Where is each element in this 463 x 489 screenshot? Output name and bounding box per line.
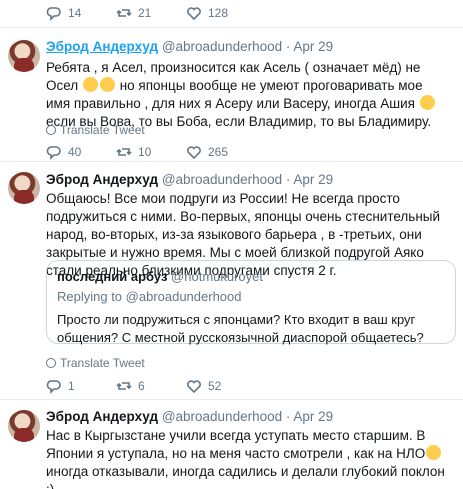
reply-count: 14	[68, 6, 82, 20]
retweet-icon	[116, 148, 132, 156]
author-name[interactable]: Эброд Андерхуд	[46, 409, 158, 424]
like-button[interactable]: 128	[186, 3, 256, 23]
reply-button[interactable]: 1	[46, 376, 116, 396]
retweet-count: 21	[138, 6, 152, 20]
retweet-count: 6	[138, 379, 145, 393]
tweet-text: Ребята , я Асел, произносится как Асель …	[46, 59, 446, 131]
quoted-tweet-header: последний арбуз @notmukuroyet	[57, 269, 263, 284]
avatar[interactable]	[8, 172, 40, 204]
author-handle[interactable]: @abroadunderhood	[162, 409, 282, 424]
quoted-author-name: последний арбуз	[57, 269, 168, 284]
tweet-actions: 40 10 265	[46, 142, 326, 162]
translate-tweet-link[interactable]: Translate Tweet	[46, 356, 145, 370]
quoted-author-handle: @notmukuroyet	[171, 269, 264, 284]
tweet[interactable]: Эброд Андерхуд @abroadunderhood · Apr 29…	[0, 162, 463, 399]
like-button[interactable]: 52	[186, 376, 256, 396]
replying-prefix: Replying to	[57, 289, 126, 304]
timeline: 14 21 128 Эброд Андерхуд @abroadunderhoo…	[0, 0, 463, 489]
author-handle[interactable]: @abroadunderhood	[162, 172, 282, 187]
tweet-text-part: Нас в Кыргызстане учили всегда уступать …	[46, 428, 426, 461]
translate-tweet-link[interactable]: Translate Tweet	[46, 123, 145, 137]
like-count: 52	[208, 379, 222, 393]
laughing-emoji-icon	[419, 95, 435, 110]
separator: ·	[285, 172, 291, 187]
laughing-emoji-icon	[82, 77, 98, 92]
like-icon	[187, 380, 201, 394]
author-handle[interactable]: @abroadunderhood	[162, 39, 282, 54]
tweet[interactable]: Эброд Андерхуд @abroadunderhood · Apr 29…	[0, 28, 463, 161]
tweet-text-part: иногда отказывали, иногда садились и дел…	[46, 464, 445, 489]
tweet-header: Эброд Андерхуд @abroadunderhood · Apr 29	[46, 39, 333, 55]
reply-icon	[46, 7, 61, 21]
like-button[interactable]: 265	[186, 142, 256, 162]
screaming-emoji-icon	[99, 77, 115, 92]
translate-label: Translate Tweet	[60, 356, 145, 370]
tweet-date[interactable]: Apr 29	[293, 39, 333, 54]
reply-button[interactable]: 40	[46, 142, 116, 162]
reply-count: 40	[68, 145, 82, 159]
replying-to: Replying to @abroadunderhood	[57, 289, 242, 304]
retweet-count: 10	[138, 145, 152, 159]
tweet-date[interactable]: Apr 29	[293, 409, 333, 424]
like-count: 128	[208, 6, 229, 20]
tweet-header: Эброд Андерхуд @abroadunderhood · Apr 29	[46, 172, 333, 188]
avatar[interactable]	[8, 40, 40, 72]
reply-icon	[46, 146, 61, 160]
retweet-icon	[116, 382, 132, 390]
like-icon	[187, 146, 201, 160]
reply-count: 1	[68, 379, 75, 393]
globe-icon	[46, 358, 56, 368]
tweet-text: Нас в Кыргызстане учили всегда уступать …	[46, 427, 446, 489]
globe-icon	[46, 125, 56, 135]
tweet[interactable]: Эброд Андерхуд @abroadunderhood · Apr 29…	[0, 400, 463, 489]
reply-icon	[46, 380, 61, 394]
like-count: 265	[208, 145, 229, 159]
reply-button[interactable]: 14	[46, 3, 116, 23]
retweet-icon	[116, 9, 132, 17]
quoted-tweet-text: Просто ли подружиться с японцами? Кто вх…	[57, 312, 424, 345]
author-name[interactable]: Эброд Андерхуд	[46, 39, 158, 54]
translate-label: Translate Tweet	[60, 123, 145, 137]
retweet-button[interactable]: 6	[116, 376, 186, 396]
retweet-button[interactable]: 10	[116, 142, 186, 162]
retweet-button[interactable]: 21	[116, 3, 186, 23]
tweet-date[interactable]: Apr 29	[293, 172, 333, 187]
laughing-emoji-icon	[426, 445, 442, 460]
separator: ·	[285, 409, 291, 424]
quoted-tweet[interactable]: последний арбуз @notmukuroyet Replying t…	[46, 260, 456, 345]
like-icon	[187, 7, 201, 21]
previous-tweet-actions: 14 21 128	[46, 3, 326, 23]
author-name[interactable]: Эброд Андерхуд	[46, 172, 158, 187]
separator: ·	[285, 39, 291, 54]
avatar[interactable]	[8, 410, 40, 442]
replying-handle[interactable]: @abroadunderhood	[126, 289, 242, 304]
tweet-header: Эброд Андерхуд @abroadunderhood · Apr 29	[46, 409, 333, 425]
tweet-actions: 1 6 52	[46, 376, 326, 396]
